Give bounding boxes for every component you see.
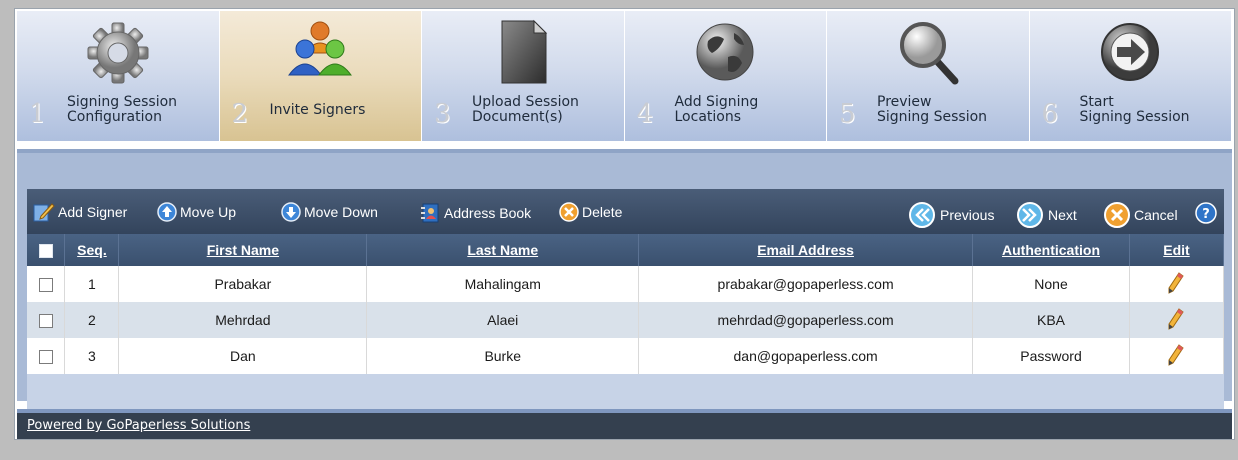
pencil-icon[interactable]: [1167, 271, 1185, 294]
step-label: Preview Signing Session: [877, 94, 988, 125]
users-icon: [288, 21, 353, 76]
column-header-last-name[interactable]: Last Name: [366, 234, 640, 266]
move-up-label: Move Up: [180, 204, 237, 220]
step-number: 3: [434, 99, 451, 129]
step-number: 4: [636, 99, 654, 129]
help-icon: ?: [1195, 202, 1217, 224]
previous-button[interactable]: Previous: [907, 202, 994, 228]
step-number: 5: [839, 99, 856, 129]
column-header-edit[interactable]: Edit: [1129, 234, 1225, 266]
email-cell: dan@gopaperless.com: [638, 338, 974, 374]
svg-text:?: ?: [1202, 207, 1210, 222]
step-start-signing-session[interactable]: 6 Start Signing Session: [1029, 11, 1232, 141]
help-button[interactable]: ?: [1195, 202, 1217, 224]
step-label: Signing Session Configuration: [67, 94, 178, 125]
arrow-up-icon: [157, 202, 177, 222]
step-add-signing-locations[interactable]: 4 Add Signing Locations: [624, 11, 827, 141]
powered-by-link[interactable]: Powered by GoPaperless Solutions: [27, 418, 250, 433]
move-down-button[interactable]: Move Down: [281, 202, 378, 222]
edit-cell: [1129, 266, 1225, 302]
last-name-cell: Mahalingam: [366, 266, 640, 302]
select-all-checkbox[interactable]: [38, 244, 53, 259]
signers-panel: Add Signer Move Up Move Down Address Boo…: [17, 149, 1232, 412]
table-row[interactable]: 2 Mehrdad Alaei mehrdad@gopaperless.com …: [27, 302, 1225, 338]
authentication-cell: KBA: [972, 302, 1130, 338]
globe-icon: [696, 23, 754, 81]
first-name-cell: Prabakar: [118, 266, 368, 302]
gear-icon: [87, 22, 149, 84]
document-icon: [501, 19, 547, 84]
table-header-row: Seq. First Name Last Name Email Address …: [27, 234, 1225, 266]
row-checkbox[interactable]: [38, 314, 53, 329]
step-label: Start Signing Session: [1079, 94, 1190, 125]
seq-cell: 1: [64, 266, 120, 302]
row-select-cell: [27, 302, 66, 338]
wizard-steps: 1 Signing Session Configuration 2 Invite…: [17, 11, 1232, 141]
column-header-first-name[interactable]: First Name: [118, 234, 368, 266]
add-signer-icon: [33, 203, 55, 222]
next-button[interactable]: Next: [1015, 202, 1077, 228]
email-cell: mehrdad@gopaperless.com: [638, 302, 974, 338]
cancel-button[interactable]: Cancel: [1103, 202, 1178, 228]
next-label: Next: [1048, 207, 1077, 223]
step-preview-signing-session[interactable]: 5 Preview Signing Session: [827, 11, 1030, 141]
first-name-cell: Dan: [118, 338, 368, 374]
step-label: Invite Signers: [269, 102, 366, 118]
edit-cell: [1129, 302, 1225, 338]
table-row[interactable]: 1 Prabakar Mahalingam prabakar@gopaperle…: [27, 266, 1225, 302]
arrow-down-icon: [281, 202, 301, 222]
first-name-cell: Mehrdad: [118, 302, 368, 338]
footer: Powered by GoPaperless Solutions: [17, 409, 1232, 439]
seq-cell: 2: [64, 302, 120, 338]
signers-grid-container: Add Signer Move Up Move Down Address Boo…: [27, 189, 1225, 412]
column-header-authentication[interactable]: Authentication: [972, 234, 1130, 266]
step-label: Add Signing Locations: [674, 94, 759, 125]
select-all-column: [27, 234, 66, 266]
move-up-button[interactable]: Move Up: [157, 202, 236, 222]
seq-cell: 3: [64, 338, 120, 374]
previous-label: Previous: [940, 207, 995, 223]
signing-wizard: 1 Signing Session Configuration 2 Invite…: [14, 8, 1235, 440]
delete-icon: [559, 202, 579, 222]
address-book-label: Address Book: [444, 205, 532, 221]
address-book-icon: [421, 203, 439, 223]
step-invite-signers[interactable]: 2 Invite Signers: [219, 11, 422, 141]
step-number: 2: [231, 99, 249, 129]
magnifier-icon: [899, 22, 959, 85]
step-signing-session-configuration[interactable]: 1 Signing Session Configuration: [17, 11, 220, 141]
pencil-icon[interactable]: [1167, 343, 1185, 366]
signers-toolbar: Add Signer Move Up Move Down Address Boo…: [27, 189, 1224, 234]
row-select-cell: [27, 266, 66, 302]
delete-button[interactable]: Delete: [559, 202, 622, 222]
step-upload-session-documents[interactable]: 3 Upload Session Document(s): [422, 11, 625, 141]
add-signer-button[interactable]: Add Signer: [33, 202, 127, 222]
edit-cell: [1129, 338, 1225, 374]
email-cell: prabakar@gopaperless.com: [638, 266, 974, 302]
column-header-email[interactable]: Email Address: [638, 234, 974, 266]
row-checkbox[interactable]: [38, 278, 53, 293]
authentication-cell: Password: [972, 338, 1130, 374]
signers-table: Seq. First Name Last Name Email Address …: [27, 234, 1225, 374]
add-signer-label: Add Signer: [58, 204, 128, 220]
step-number: 6: [1041, 99, 1059, 129]
column-header-seq[interactable]: Seq.: [64, 234, 120, 266]
authentication-cell: None: [972, 266, 1130, 302]
table-row[interactable]: 3 Dan Burke dan@gopaperless.com Password: [27, 338, 1225, 374]
delete-label: Delete: [582, 204, 623, 220]
row-checkbox[interactable]: [38, 350, 53, 365]
step-number: 1: [29, 99, 46, 129]
last-name-cell: Burke: [366, 338, 640, 374]
next-icon: [1017, 202, 1043, 228]
address-book-button[interactable]: Address Book: [419, 202, 531, 224]
row-select-cell: [27, 338, 66, 374]
previous-icon: [909, 202, 935, 228]
move-down-label: Move Down: [304, 204, 378, 220]
cancel-label: Cancel: [1134, 207, 1178, 223]
cancel-icon: [1104, 202, 1130, 228]
step-label: Upload Session Document(s): [472, 94, 579, 125]
pencil-icon[interactable]: [1167, 307, 1185, 330]
last-name-cell: Alaei: [366, 302, 640, 338]
arrow-right-icon: [1101, 23, 1160, 81]
